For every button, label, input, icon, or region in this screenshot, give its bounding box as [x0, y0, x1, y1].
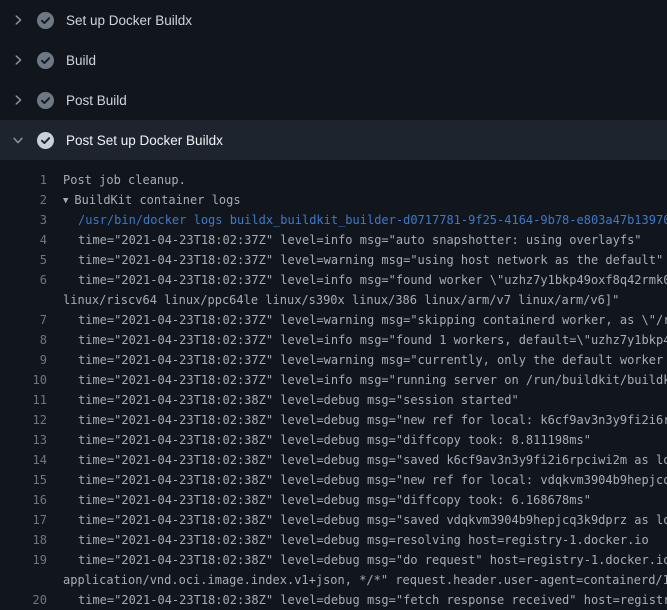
log-line-number[interactable]: 10: [0, 370, 47, 390]
log-line: 8 time="2021-04-23T18:02:37Z" level=info…: [0, 330, 667, 350]
log-line-number[interactable]: 18: [0, 530, 47, 550]
step-row-1[interactable]: Build: [0, 40, 667, 80]
log-line-number[interactable]: [0, 570, 47, 590]
chevron-down-icon[interactable]: [10, 133, 25, 148]
log-line-number[interactable]: 3: [0, 210, 47, 230]
check-circle-icon: [37, 92, 54, 109]
log-line-number[interactable]: 20: [0, 590, 47, 610]
log-line-text: time="2021-04-23T18:02:37Z" level=warnin…: [78, 313, 667, 327]
log-line-number[interactable]: 8: [0, 330, 47, 350]
log-line-number[interactable]: [0, 290, 47, 310]
log-line: 5 time="2021-04-23T18:02:37Z" level=warn…: [0, 250, 667, 270]
log-line: 3 /usr/bin/docker logs buildx_buildkit_b…: [0, 210, 667, 230]
step-row-0[interactable]: Set up Docker Buildx: [0, 0, 667, 40]
log-line-text: time="2021-04-23T18:02:38Z" level=debug …: [78, 393, 519, 407]
chevron-right-icon[interactable]: [10, 13, 25, 28]
log-line-number[interactable]: 11: [0, 390, 47, 410]
log-line-text: time="2021-04-23T18:02:37Z" level=info m…: [78, 373, 667, 387]
log-line-number[interactable]: 15: [0, 470, 47, 490]
log-line-number[interactable]: 6: [0, 270, 47, 290]
log-line-text: time="2021-04-23T18:02:38Z" level=debug …: [78, 493, 591, 507]
log-line-number[interactable]: 19: [0, 550, 47, 570]
log-line: 11 time="2021-04-23T18:02:38Z" level=deb…: [0, 390, 667, 410]
log-line-text: application/vnd.oci.image.index.v1+json,…: [63, 573, 667, 587]
log-line-number[interactable]: 1: [0, 170, 47, 190]
log-line-number[interactable]: 9: [0, 350, 47, 370]
log-line-text: time="2021-04-23T18:02:38Z" level=debug …: [78, 413, 667, 427]
log-line-text: time="2021-04-23T18:02:38Z" level=debug …: [78, 513, 667, 527]
log-line-text: Post job cleanup.: [63, 173, 186, 187]
log-line-text: time="2021-04-23T18:02:37Z" level=info m…: [78, 333, 667, 347]
log-line-number[interactable]: 2: [0, 190, 47, 210]
log-line-number[interactable]: 5: [0, 250, 47, 270]
step-label: Set up Docker Buildx: [66, 13, 192, 28]
log-line-text: time="2021-04-23T18:02:37Z" level=info m…: [78, 273, 667, 287]
log-line: 9 time="2021-04-23T18:02:37Z" level=warn…: [0, 350, 667, 370]
log-area: 1 Post job cleanup. 2 ▼ BuildKit containe…: [0, 160, 667, 610]
log-line: 6 time="2021-04-23T18:02:37Z" level=info…: [0, 270, 667, 290]
log-line-text: /usr/bin/docker logs buildx_buildkit_bui…: [78, 213, 667, 227]
log-line-text: time="2021-04-23T18:02:38Z" level=debug …: [78, 593, 667, 607]
log-line: 12 time="2021-04-23T18:02:38Z" level=deb…: [0, 410, 667, 430]
log-line: linux/riscv64 linux/ppc64le linux/s390x …: [0, 290, 667, 310]
log-line: 2 ▼ BuildKit container logs: [0, 190, 667, 210]
log-line: 16 time="2021-04-23T18:02:38Z" level=deb…: [0, 490, 667, 510]
chevron-right-icon[interactable]: [10, 93, 25, 108]
step-label: Build: [66, 53, 96, 68]
group-toggle-icon[interactable]: ▼: [63, 196, 68, 206]
log-line: 15 time="2021-04-23T18:02:38Z" level=deb…: [0, 470, 667, 490]
log-line: application/vnd.oci.image.index.v1+json,…: [0, 570, 667, 590]
log-line: 20 time="2021-04-23T18:02:38Z" level=deb…: [0, 590, 667, 610]
step-row-3[interactable]: Post Set up Docker Buildx: [0, 120, 667, 160]
log-line: 18 time="2021-04-23T18:02:38Z" level=deb…: [0, 530, 667, 550]
check-circle-icon: [37, 132, 54, 149]
log-line-number[interactable]: 16: [0, 490, 47, 510]
log-line-number[interactable]: 4: [0, 230, 47, 250]
log-line: 10 time="2021-04-23T18:02:37Z" level=inf…: [0, 370, 667, 390]
log-line-text: linux/riscv64 linux/ppc64le linux/s390x …: [63, 293, 619, 307]
log-line: 17 time="2021-04-23T18:02:38Z" level=deb…: [0, 510, 667, 530]
actions-log-viewer: Set up Docker Buildx Build P: [0, 0, 667, 610]
log-line-number[interactable]: 7: [0, 310, 47, 330]
log-line-number[interactable]: 13: [0, 430, 47, 450]
log-line: 14 time="2021-04-23T18:02:38Z" level=deb…: [0, 450, 667, 470]
log-line-text: time="2021-04-23T18:02:37Z" level=warnin…: [78, 253, 663, 267]
log-line: 7 time="2021-04-23T18:02:37Z" level=warn…: [0, 310, 667, 330]
log-line-text: time="2021-04-23T18:02:38Z" level=debug …: [78, 473, 667, 487]
step-row-2[interactable]: Post Build: [0, 80, 667, 120]
log-line-text: time="2021-04-23T18:02:38Z" level=debug …: [78, 433, 591, 447]
check-circle-icon: [37, 12, 54, 29]
log-line-text: time="2021-04-23T18:02:38Z" level=debug …: [78, 553, 667, 567]
log-line-text: time="2021-04-23T18:02:37Z" level=warnin…: [78, 353, 667, 367]
log-line-number[interactable]: 12: [0, 410, 47, 430]
log-line: 1 Post job cleanup.: [0, 170, 667, 190]
check-circle-icon: [37, 52, 54, 69]
log-line-text: time="2021-04-23T18:02:38Z" level=debug …: [78, 453, 667, 467]
log-line-text: time="2021-04-23T18:02:38Z" level=debug …: [78, 533, 649, 547]
step-label: Post Set up Docker Buildx: [66, 133, 223, 148]
steps-list: Set up Docker Buildx Build P: [0, 0, 667, 160]
chevron-right-icon[interactable]: [10, 53, 25, 68]
log-line-text: BuildKit container logs: [74, 193, 240, 207]
log-line: 4 time="2021-04-23T18:02:37Z" level=info…: [0, 230, 667, 250]
log-line-text: time="2021-04-23T18:02:37Z" level=info m…: [78, 233, 642, 247]
log-line: 13 time="2021-04-23T18:02:38Z" level=deb…: [0, 430, 667, 450]
log-line-number[interactable]: 17: [0, 510, 47, 530]
log-line: 19 time="2021-04-23T18:02:38Z" level=deb…: [0, 550, 667, 570]
log-line-number[interactable]: 14: [0, 450, 47, 470]
step-label: Post Build: [66, 93, 127, 108]
